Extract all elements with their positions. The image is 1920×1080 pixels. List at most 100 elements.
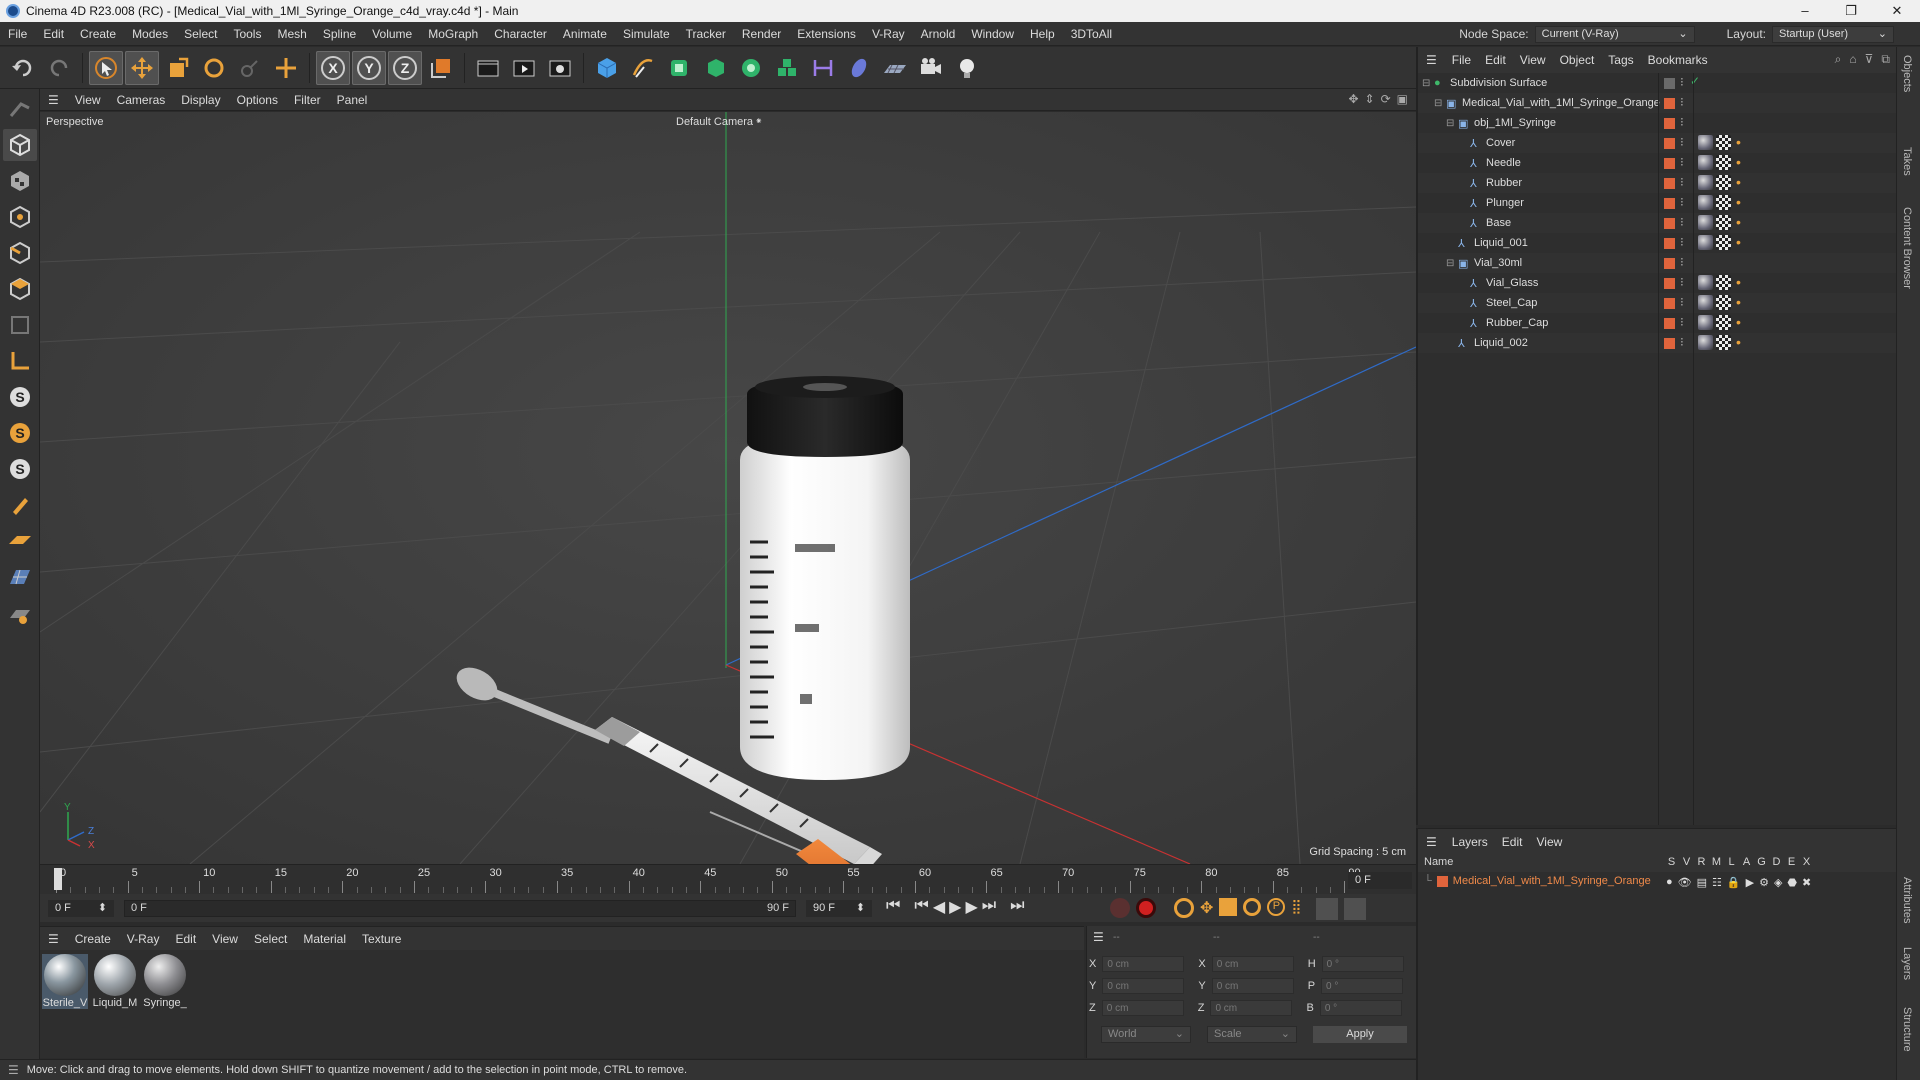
material-tag-icon[interactable]	[1698, 195, 1713, 210]
frame-range-slider[interactable]: 0 F 90 F	[124, 900, 796, 917]
visibility-dots-icon[interactable]: ⁝	[1680, 295, 1684, 309]
layer-color-tag[interactable]	[1664, 138, 1675, 149]
layer-color-swatch[interactable]	[1436, 875, 1448, 887]
hamburger-menu-icon[interactable]: ☰	[1418, 835, 1445, 849]
material-tag-icon[interactable]	[1698, 315, 1713, 330]
menu-help[interactable]: Help	[1022, 27, 1063, 41]
keyframe-selection-icon[interactable]	[1174, 898, 1194, 918]
polygons-mode-button[interactable]	[3, 273, 37, 305]
transform-tool-button[interactable]	[269, 51, 303, 85]
material-tag-icon[interactable]	[1698, 175, 1713, 190]
timeline-playhead[interactable]	[54, 868, 62, 890]
hamburger-menu-icon[interactable]: ☰	[0, 1063, 27, 1077]
layout-dropdown[interactable]: Startup (User) ⌄	[1772, 25, 1894, 43]
redo-button[interactable]	[42, 51, 76, 85]
material-menu-view[interactable]: View	[204, 932, 246, 946]
collapse-toggle-icon[interactable]: ⊟	[1422, 78, 1430, 89]
previous-frame-icon[interactable]: ◀	[933, 897, 945, 917]
uvw-tag-icon[interactable]	[1716, 315, 1731, 330]
side-tab-layers[interactable]: Layers	[1901, 947, 1913, 980]
light-object-button[interactable]	[950, 51, 984, 85]
vray-tag-icon[interactable]: •	[1736, 214, 1741, 230]
scale-tool-button[interactable]	[161, 51, 195, 85]
side-tab-takes[interactable]: Takes	[1901, 147, 1913, 176]
dope-sheet-icon[interactable]	[1343, 898, 1366, 920]
minimize-button[interactable]: –	[1782, 0, 1828, 22]
layer-color-tag[interactable]	[1664, 158, 1675, 169]
vray-tag-icon[interactable]: •	[1736, 314, 1741, 330]
rot-b-field[interactable]: 0 °	[1319, 1000, 1402, 1016]
viewport-menu-filter[interactable]: Filter	[286, 93, 329, 107]
object-menu-edit[interactable]: Edit	[1478, 53, 1513, 67]
layer-color-tag[interactable]	[1664, 258, 1675, 269]
object-menu-object[interactable]: Object	[1553, 53, 1602, 67]
layer-menu-edit[interactable]: Edit	[1495, 835, 1530, 849]
menu-character[interactable]: Character	[486, 27, 555, 41]
menu-file[interactable]: File	[0, 27, 35, 41]
uvw-tag-icon[interactable]	[1716, 235, 1731, 250]
collapse-toggle-icon[interactable]: ⊟	[1434, 98, 1442, 109]
menu-mesh[interactable]: Mesh	[269, 27, 314, 41]
rotate-view-icon[interactable]: ⟳	[1381, 92, 1391, 106]
filter-icon[interactable]: ⊽	[1865, 52, 1874, 67]
hamburger-menu-icon[interactable]: ☰	[40, 932, 67, 946]
maximize-view-icon[interactable]: ▣	[1397, 92, 1408, 106]
rotate-tool-button[interactable]	[197, 51, 231, 85]
workplane-button[interactable]	[3, 525, 37, 557]
uvw-tag-icon[interactable]	[1716, 175, 1731, 190]
vray-tag-icon[interactable]: •	[1736, 174, 1741, 190]
visibility-dots-icon[interactable]: ⁝	[1680, 255, 1684, 269]
floor-object-button[interactable]	[878, 51, 912, 85]
menu-tools[interactable]: Tools	[225, 27, 269, 41]
material-tag-icon[interactable]	[1698, 135, 1713, 150]
dolly-view-icon[interactable]: ⇕	[1365, 92, 1375, 106]
layer-render-icon[interactable]: ▤	[1697, 876, 1707, 889]
layer-row[interactable]: └ Medical_Vial_with_1Ml_Syringe_Orange	[1424, 875, 1651, 887]
material-menu-create[interactable]: Create	[67, 932, 119, 946]
object-menu-bookmarks[interactable]: Bookmarks	[1641, 53, 1715, 67]
menu-render[interactable]: Render	[734, 27, 789, 41]
material-tag-icon[interactable]	[1698, 295, 1713, 310]
home-icon[interactable]: ⌂	[1849, 52, 1856, 67]
menu-animate[interactable]: Animate	[555, 27, 615, 41]
menu-modes[interactable]: Modes	[124, 27, 176, 41]
layer-color-tag[interactable]	[1664, 278, 1675, 289]
camera-label[interactable]: Default Camera ⁕	[676, 116, 763, 128]
visibility-dots-icon[interactable]: ⁝	[1680, 95, 1684, 109]
timeline-ruler[interactable]: 051015202530354045505560657075808590 0 F	[40, 864, 1416, 894]
autokey-icon[interactable]	[1136, 898, 1156, 918]
y-axis-lock-button[interactable]: Y	[352, 50, 386, 85]
hamburger-menu-icon[interactable]: ☰	[1418, 53, 1445, 67]
pos-y-field[interactable]: 0 cm	[1102, 978, 1185, 994]
collapse-toggle-icon[interactable]: ⊟	[1446, 258, 1454, 269]
start-frame-field[interactable]: 0 F ⬍	[48, 900, 114, 917]
workplane-mode-button[interactable]	[3, 93, 37, 125]
layer-expressions-icon[interactable]: ⬣	[1787, 876, 1797, 889]
layer-visible-editor-icon[interactable]: 👁	[1678, 876, 1692, 889]
render-view-button[interactable]	[471, 51, 505, 85]
menu-tracker[interactable]: Tracker	[678, 27, 734, 41]
scale-key-icon[interactable]	[1219, 898, 1238, 916]
layer-generators-icon[interactable]: ⚙	[1759, 876, 1769, 889]
z-axis-lock-button[interactable]: Z	[388, 50, 422, 85]
vray-tag-icon[interactable]: •	[1736, 194, 1741, 210]
menu-window[interactable]: Window	[963, 27, 1022, 41]
pos-z-field[interactable]: 0 cm	[1101, 1000, 1184, 1016]
material-tag-icon[interactable]	[1698, 235, 1713, 250]
object-menu-view[interactable]: View	[1513, 53, 1553, 67]
layer-deformers-icon[interactable]: ◈	[1774, 876, 1782, 889]
menu-create[interactable]: Create	[72, 27, 124, 41]
go-to-end-icon[interactable]: ⏭	[1010, 897, 1024, 917]
menu-arnold[interactable]: Arnold	[913, 27, 964, 41]
side-tab-attributes[interactable]: Attributes	[1901, 877, 1913, 923]
visibility-dots-icon[interactable]: ⁝	[1680, 235, 1684, 249]
vray-tag-icon[interactable]: •	[1736, 294, 1741, 310]
material-menu-v-ray[interactable]: V-Ray	[119, 932, 168, 946]
material-menu-texture[interactable]: Texture	[354, 932, 409, 946]
viewport-menu-cameras[interactable]: Cameras	[109, 93, 174, 107]
vray-tag-icon[interactable]: •	[1736, 274, 1741, 290]
menu-3dtoall[interactable]: 3DToAll	[1063, 27, 1120, 41]
uvw-tag-icon[interactable]	[1716, 215, 1731, 230]
visibility-dots-icon[interactable]: ⁝	[1680, 195, 1684, 209]
model-mode-button[interactable]	[3, 129, 37, 161]
